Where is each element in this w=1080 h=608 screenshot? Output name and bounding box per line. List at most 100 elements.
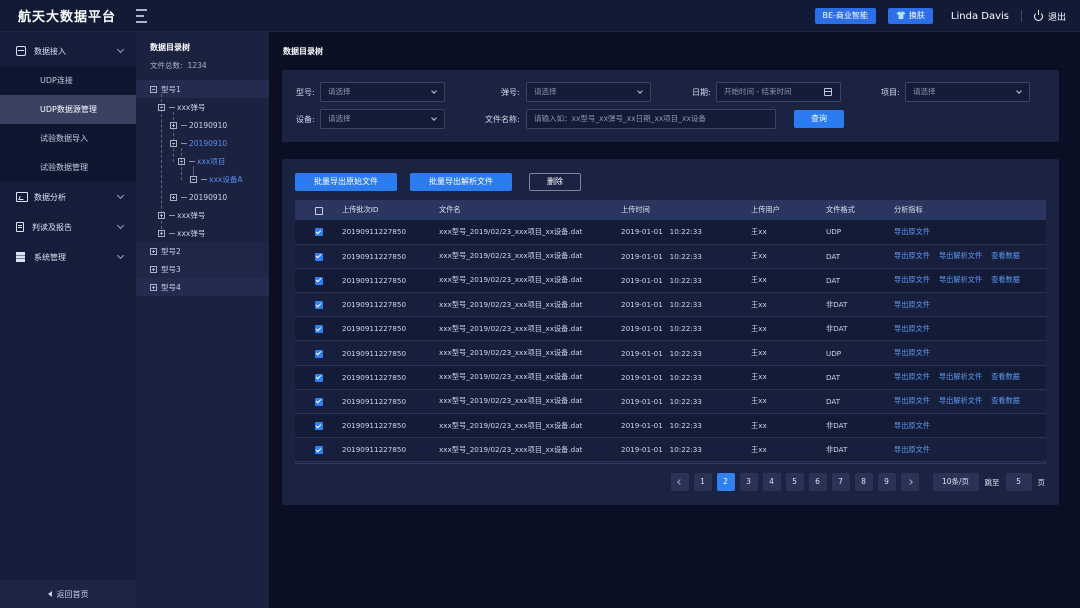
tree-node[interactable]: xxx弹号 bbox=[158, 224, 205, 242]
tree-node[interactable]: 型号2 bbox=[150, 242, 181, 260]
device-select[interactable]: 请选择 bbox=[320, 109, 445, 129]
row-action-link[interactable]: 导出原文件 bbox=[894, 396, 930, 405]
collapse-icon[interactable] bbox=[158, 103, 165, 111]
tree-node[interactable]: 20190910 bbox=[170, 134, 227, 152]
jump-input[interactable]: 5 bbox=[1005, 473, 1032, 491]
row-action-link[interactable]: 导出原文件 bbox=[894, 372, 930, 381]
select-all-checkbox[interactable] bbox=[314, 206, 323, 215]
menu-toggle-icon[interactable] bbox=[136, 8, 152, 23]
table-row[interactable]: 20190911227850 xxx型号_2019/02/23_xxx项目_xx设… bbox=[295, 292, 1046, 317]
row-action-link[interactable]: 查看数据 bbox=[991, 372, 1020, 381]
expand-icon[interactable] bbox=[158, 211, 165, 219]
table-row[interactable]: 20190911227850 xxx型号_2019/02/23_xxx项目_xx设… bbox=[295, 413, 1046, 438]
row-checkbox[interactable] bbox=[314, 349, 323, 358]
row-action-link[interactable]: 导出原文件 bbox=[894, 251, 930, 260]
tree-node[interactable]: 型号3 bbox=[150, 260, 181, 278]
nav-group-analysis[interactable]: 数据分析 bbox=[0, 182, 136, 212]
row-checkbox[interactable] bbox=[314, 276, 323, 285]
export-parsed-button[interactable]: 批量导出解析文件 bbox=[410, 173, 512, 191]
page-button[interactable]: 8 bbox=[854, 473, 873, 491]
bi-button[interactable]: BE-商业智能 bbox=[814, 8, 876, 24]
row-checkbox[interactable] bbox=[314, 397, 323, 406]
table-row[interactable]: 20190911227850 xxx型号_2019/02/23_xxx项目_xx设… bbox=[295, 365, 1046, 390]
date-range-picker[interactable]: 开始时间 - 结束时间 bbox=[716, 82, 841, 102]
row-action-link[interactable]: 导出解析文件 bbox=[939, 372, 982, 381]
nav-group-system[interactable]: 系统管理 bbox=[0, 242, 136, 272]
tree-node[interactable]: 20190910 bbox=[170, 188, 227, 206]
page-button[interactable]: 1 bbox=[693, 473, 712, 491]
nav-item-udp-source[interactable]: UDP数据源管理 bbox=[0, 95, 136, 124]
row-checkbox[interactable] bbox=[314, 301, 323, 310]
row-checkbox[interactable] bbox=[314, 446, 323, 455]
row-checkbox[interactable] bbox=[314, 373, 323, 382]
export-raw-button[interactable]: 批量导出原始文件 bbox=[295, 173, 397, 191]
row-action-link[interactable]: 查看数据 bbox=[991, 251, 1020, 260]
page-button[interactable]: 6 bbox=[808, 473, 827, 491]
nav-group-report[interactable]: 判读及报告 bbox=[0, 212, 136, 242]
tree-node[interactable]: xxx弹号 bbox=[158, 98, 205, 116]
table-row[interactable]: 20190911227850 xxx型号_2019/02/23_xxx项目_xx设… bbox=[295, 437, 1046, 462]
page-button[interactable]: 9 bbox=[877, 473, 896, 491]
row-checkbox[interactable] bbox=[314, 325, 323, 334]
page-button[interactable]: 5 bbox=[785, 473, 804, 491]
table-row[interactable]: 20190911227850 xxx型号_2019/02/23_xxx项目_xx设… bbox=[295, 389, 1046, 414]
collapse-icon[interactable] bbox=[170, 139, 177, 147]
next-page-button[interactable] bbox=[900, 473, 919, 491]
expand-icon[interactable] bbox=[170, 193, 177, 201]
user-name[interactable]: Linda Davis bbox=[951, 11, 1009, 22]
tree-node[interactable]: 型号4 bbox=[150, 278, 181, 296]
row-action-link[interactable]: 导出原文件 bbox=[894, 275, 930, 284]
tree-node[interactable]: xxx设备A bbox=[190, 170, 242, 188]
expand-icon[interactable] bbox=[170, 121, 177, 129]
row-checkbox[interactable] bbox=[314, 252, 323, 261]
tree-node[interactable]: xxx弹号 bbox=[158, 206, 205, 224]
tree-node[interactable]: xxx项目 bbox=[178, 152, 225, 170]
back-home-button[interactable]: 返回首页 bbox=[0, 580, 136, 608]
page-button[interactable]: 7 bbox=[831, 473, 850, 491]
row-action-link[interactable]: 导出原文件 bbox=[894, 421, 930, 430]
table-row[interactable]: 20190911227850 xxx型号_2019/02/23_xxx项目_xx设… bbox=[295, 316, 1046, 341]
model-select[interactable]: 请选择 bbox=[320, 82, 445, 102]
row-action-link[interactable]: 导出原文件 bbox=[894, 445, 930, 454]
row-action-link[interactable]: 导出原文件 bbox=[894, 348, 930, 357]
nav-item-test-import[interactable]: 试验数据导入 bbox=[0, 124, 136, 153]
expand-icon[interactable] bbox=[150, 265, 157, 273]
row-action-link[interactable]: 导出解析文件 bbox=[939, 251, 982, 260]
expand-icon[interactable] bbox=[150, 283, 157, 291]
table-row[interactable]: 20190911227850 xxx型号_2019/02/23_xxx项目_xx设… bbox=[295, 268, 1046, 293]
row-action-link[interactable]: 导出原文件 bbox=[894, 227, 930, 236]
row-action-link[interactable]: 导出解析文件 bbox=[939, 396, 982, 405]
row-checkbox[interactable] bbox=[314, 228, 323, 237]
nav-group-data-access[interactable]: 数据接入 bbox=[0, 36, 136, 66]
logout-button[interactable]: 退出 bbox=[1033, 9, 1066, 23]
page-size-select[interactable]: 10条/页 bbox=[932, 473, 979, 491]
collapse-icon[interactable] bbox=[150, 85, 157, 93]
delete-button[interactable]: 删除 bbox=[529, 173, 581, 191]
project-select[interactable]: 请选择 bbox=[905, 82, 1030, 102]
expand-icon[interactable] bbox=[158, 229, 165, 237]
page-button[interactable]: 2 bbox=[716, 473, 735, 491]
table-row[interactable]: 20190911227850 xxx型号_2019/02/23_xxx项目_xx设… bbox=[295, 340, 1046, 366]
missile-select[interactable]: 请选择 bbox=[526, 82, 651, 102]
collapse-icon[interactable] bbox=[178, 157, 185, 165]
row-checkbox[interactable] bbox=[314, 422, 323, 431]
filename-input[interactable]: 请输入如：xx型号_xx弹号_xx日期_xx项目_xx设备 bbox=[526, 109, 776, 129]
row-action-link[interactable]: 查看数据 bbox=[991, 275, 1020, 284]
page-button[interactable]: 3 bbox=[739, 473, 758, 491]
skin-button[interactable]: 👕 换肤 bbox=[887, 8, 933, 24]
nav-item-test-manage[interactable]: 试验数据管理 bbox=[0, 153, 136, 182]
row-action-link[interactable]: 导出解析文件 bbox=[939, 275, 982, 284]
query-button[interactable]: 查询 bbox=[794, 110, 844, 128]
tree-node[interactable]: 型号1 bbox=[150, 80, 181, 98]
table-row[interactable]: 20190911227850 xxx型号_2019/02/23_xxx项目_xx设… bbox=[295, 244, 1046, 269]
table-row[interactable]: 20190911227850 xxx型号_2019/02/23_xxx项目_xx设… bbox=[295, 220, 1046, 245]
row-action-link[interactable]: 导出原文件 bbox=[894, 324, 930, 333]
nav-item-udp-connect[interactable]: UDP连接 bbox=[0, 66, 136, 95]
expand-icon[interactable] bbox=[150, 247, 157, 255]
prev-page-button[interactable] bbox=[670, 473, 689, 491]
page-button[interactable]: 4 bbox=[762, 473, 781, 491]
tree-node[interactable]: 20190910 bbox=[170, 116, 227, 134]
row-action-link[interactable]: 导出原文件 bbox=[894, 300, 930, 309]
row-action-link[interactable]: 查看数据 bbox=[991, 396, 1020, 405]
collapse-icon[interactable] bbox=[190, 175, 197, 183]
